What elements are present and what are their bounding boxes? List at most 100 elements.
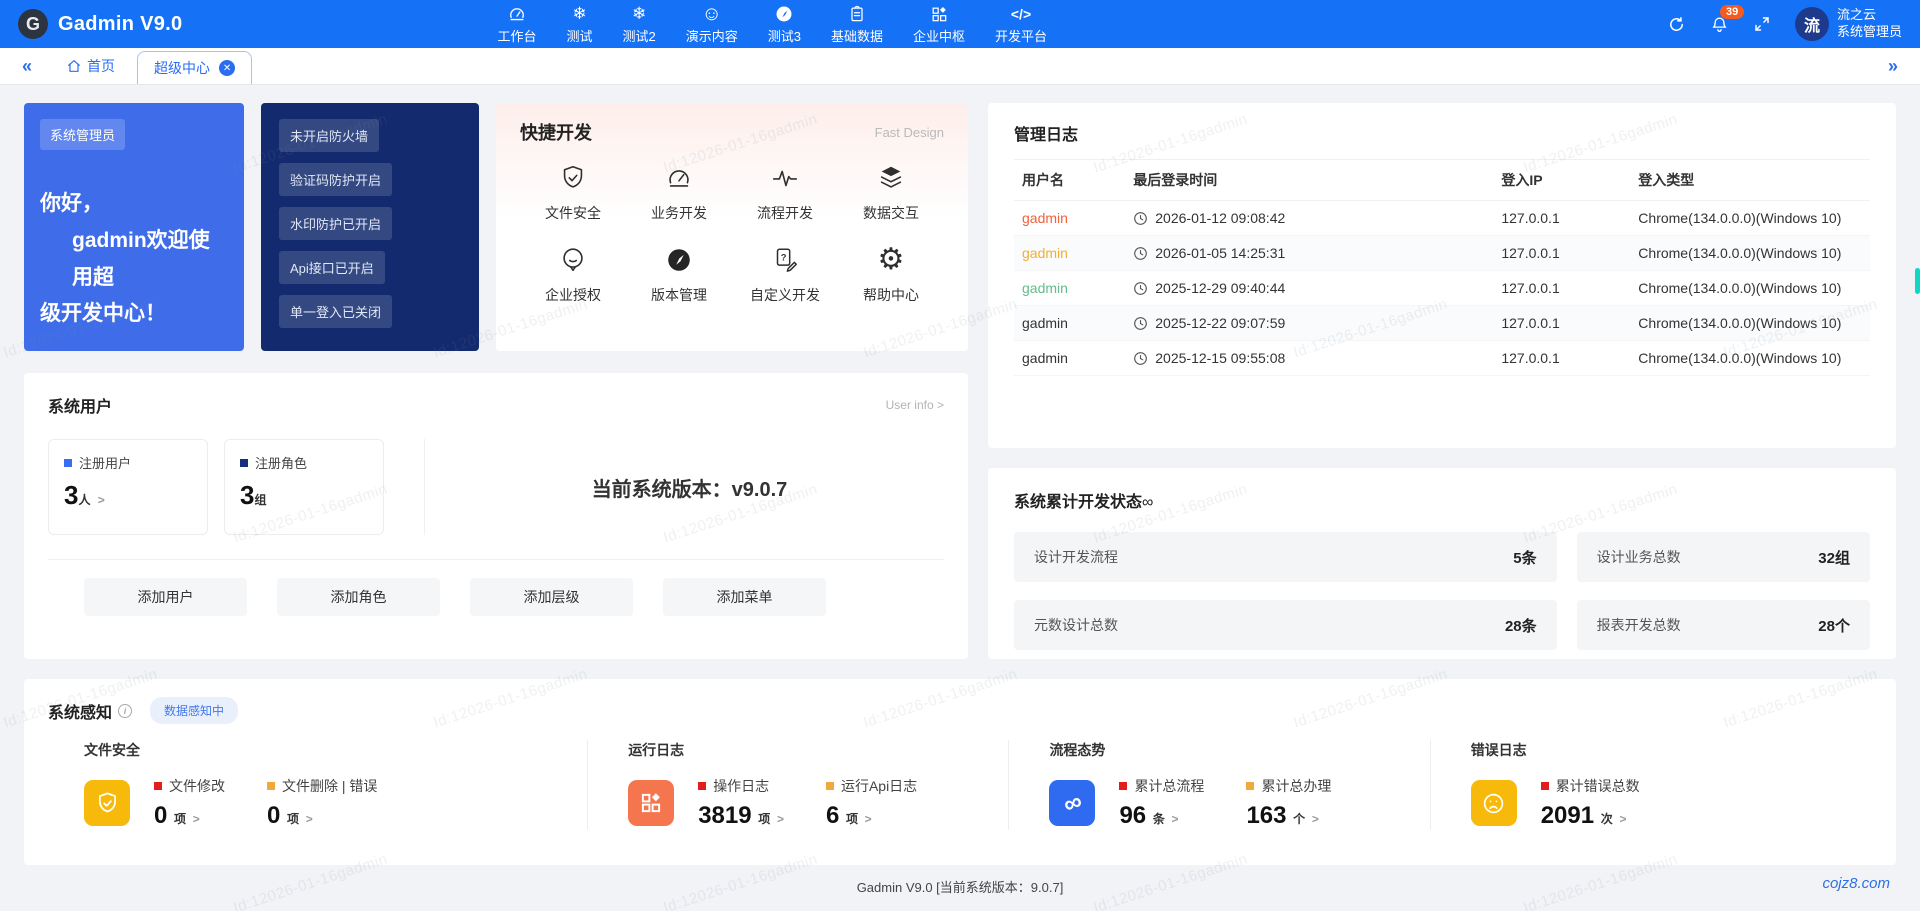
- stat-file-modify[interactable]: 文件修改 0 项 >: [154, 776, 225, 830]
- quickdev-file-security[interactable]: 文件安全: [520, 161, 626, 223]
- site-link[interactable]: cojz8.com: [1822, 875, 1890, 892]
- nav-item-label: 工作台: [497, 26, 536, 45]
- username-link[interactable]: gadmin: [1022, 280, 1068, 296]
- add-level-button[interactable]: 添加层级: [470, 578, 633, 616]
- tab-bar: « 首页 超级中心 ✕ »: [0, 48, 1920, 85]
- add-menu-button[interactable]: 添加菜单: [663, 578, 826, 616]
- welcome-text: 你好， gadmin欢迎使用超 级开发中心！: [40, 186, 228, 333]
- layers-icon: [876, 161, 906, 195]
- nav-item-workbench[interactable]: 工作台: [482, 0, 551, 48]
- dashboard-icon: [507, 4, 527, 24]
- tab-home[interactable]: 首页: [66, 56, 115, 76]
- shield-check-icon: [558, 161, 588, 195]
- admin-log-table: 用户名 最后登录时间 登入IP 登入类型 gadmin 2026-01-12 0…: [1014, 159, 1870, 376]
- nav-item-test3[interactable]: 测试3: [753, 0, 816, 48]
- quickdev-custom-dev[interactable]: ? 自定义开发: [732, 243, 838, 305]
- tabs-collapse-left[interactable]: «: [14, 56, 40, 77]
- registered-users-stat[interactable]: 注册用户 3人 >: [48, 439, 208, 535]
- svg-text:?: ?: [781, 252, 787, 262]
- notifications-bell-icon[interactable]: 39: [1710, 15, 1729, 34]
- stat-total-errors[interactable]: 累计错误总数 2091 次 >: [1541, 776, 1640, 830]
- code-icon: </>: [1011, 4, 1031, 24]
- col-last-login: 最后登录时间: [1125, 160, 1493, 201]
- quickdev-flow-dev[interactable]: 流程开发: [732, 161, 838, 223]
- left-column: 系统管理员 你好， gadmin欢迎使用超 级开发中心！ 未开启防火墙 验证码防…: [24, 103, 968, 659]
- stat-file-delete-error[interactable]: 文件删除 | 错误 0 项 >: [267, 776, 377, 830]
- stat-api-log[interactable]: 运行Api日志 6 项 >: [826, 776, 917, 830]
- table-row: gadmin 2025-12-22 09:07:59 127.0.0.1 Chr…: [1014, 306, 1870, 341]
- compass-icon: [774, 4, 794, 24]
- divider: [48, 559, 944, 560]
- quick-dev-title: 快捷开发: [520, 119, 592, 145]
- clock-icon: [1133, 316, 1148, 331]
- nav-item-test[interactable]: ❄ 测试: [551, 0, 607, 48]
- user-role: 系统管理员: [1837, 24, 1902, 41]
- quickdev-enterprise-auth[interactable]: 企业授权: [520, 243, 626, 305]
- system-perception-panel: 系统感知 i 数据感知中 文件安全 文件修改 0 项 >: [24, 679, 1896, 865]
- quickdev-data-exchange[interactable]: 数据交互: [838, 161, 944, 223]
- quick-dev-subtitle: Fast Design: [875, 125, 944, 140]
- username-link[interactable]: gadmin: [1022, 315, 1068, 331]
- infinity-glyph: ∞: [1142, 494, 1153, 511]
- nav-item-test2[interactable]: ❄ 测试2: [607, 0, 670, 48]
- fullscreen-icon[interactable]: [1753, 15, 1771, 33]
- col-login-ip: 登入IP: [1493, 160, 1630, 201]
- stat-operation-log[interactable]: 操作日志 3819 项 >: [698, 776, 784, 830]
- nav-item-basedata[interactable]: 基础数据: [816, 0, 898, 48]
- nav-item-devplatform[interactable]: </> 开发平台: [980, 0, 1062, 48]
- nav-item-label: 基础数据: [831, 26, 883, 45]
- nav-item-label: 企业中枢: [913, 26, 965, 45]
- perception-group-file-security: 文件安全 文件修改 0 项 > 文件删除 | 错误: [48, 740, 587, 830]
- tabs-collapse-right[interactable]: »: [1880, 56, 1906, 77]
- grid-icon: [628, 780, 674, 826]
- system-users-title: 系统用户: [48, 393, 112, 417]
- nav-item-demo[interactable]: ☺ 演示内容: [671, 0, 753, 48]
- dev-stat-flows: 设计开发流程 5条: [1014, 532, 1557, 582]
- tab-super-center[interactable]: 超级中心 ✕: [137, 51, 252, 84]
- logo-icon: G: [18, 9, 48, 39]
- app-logo[interactable]: G Gadmin V9.0: [18, 9, 182, 39]
- table-row: gadmin 2026-01-12 09:08:42 127.0.0.1 Chr…: [1014, 201, 1870, 236]
- dev-stat-metadata: 元数设计总数 28条: [1014, 600, 1557, 650]
- status-badge: 单一登入已关闭: [279, 295, 392, 328]
- quickdev-help-center[interactable]: ⚙ 帮助中心: [838, 243, 944, 305]
- main-menu: 工作台 ❄ 测试 ❄ 测试2 ☺ 演示内容 测试3 基础数据: [482, 0, 1062, 48]
- footer-text: Gadmin V9.0 [当前系统版本：9.0.7]: [24, 865, 1896, 896]
- status-badge: 验证码防护开启: [279, 163, 392, 196]
- admin-log-panel: 管理日志 用户名 最后登录时间 登入IP 登入类型 gadmin 20: [988, 103, 1896, 448]
- system-version-text: 当前系统版本：v9.0.7: [592, 473, 788, 502]
- username-link[interactable]: gadmin: [1022, 245, 1068, 261]
- nav-item-label: 测试: [566, 26, 592, 45]
- stat-total-flows[interactable]: 累计总流程 96 条 >: [1119, 776, 1204, 830]
- perception-group-run-log: 运行日志 操作日志 3819 项 > 运行Api日志: [587, 740, 1008, 830]
- close-icon[interactable]: ✕: [219, 60, 235, 76]
- status-badge: 未开启防火墙: [279, 119, 379, 152]
- quickdev-business-dev[interactable]: 业务开发: [626, 161, 732, 223]
- shield-check-icon: [84, 780, 130, 826]
- clock-icon: [1133, 211, 1148, 226]
- notification-count-badge: 39: [1720, 5, 1744, 19]
- custom-dev-icon: ?: [770, 243, 800, 277]
- username-link[interactable]: gadmin: [1022, 350, 1068, 366]
- info-icon[interactable]: i: [118, 704, 132, 718]
- user-menu[interactable]: 流 流之云 系统管理员: [1795, 7, 1902, 41]
- stat-total-handled[interactable]: 累计总办理 163 个 >: [1246, 776, 1331, 830]
- refresh-icon[interactable]: [1667, 15, 1686, 34]
- nav-item-label: 测试2: [622, 26, 655, 45]
- add-user-button[interactable]: 添加用户: [84, 578, 247, 616]
- scrollbar-indicator[interactable]: [1915, 268, 1920, 294]
- pulse-icon: [769, 161, 801, 195]
- vertical-divider: [424, 439, 425, 535]
- col-username: 用户名: [1014, 160, 1125, 201]
- legend-square: [240, 459, 248, 467]
- right-column: 管理日志 用户名 最后登录时间 登入IP 登入类型 gadmin 20: [988, 103, 1896, 659]
- role-badge: 系统管理员: [40, 119, 125, 150]
- registered-roles-stat[interactable]: 注册角色 3组: [224, 439, 384, 535]
- add-role-button[interactable]: 添加角色: [277, 578, 440, 616]
- quickdev-version-mgmt[interactable]: 版本管理: [626, 243, 732, 305]
- user-info-link[interactable]: User info >: [886, 398, 944, 412]
- username-link[interactable]: gadmin: [1022, 210, 1068, 226]
- perception-title: 系统感知: [48, 699, 112, 723]
- nav-item-enterprise[interactable]: 企业中枢: [898, 0, 980, 48]
- top-navbar: G Gadmin V9.0 工作台 ❄ 测试 ❄ 测试2 ☺ 演示内容 测试3: [0, 0, 1920, 48]
